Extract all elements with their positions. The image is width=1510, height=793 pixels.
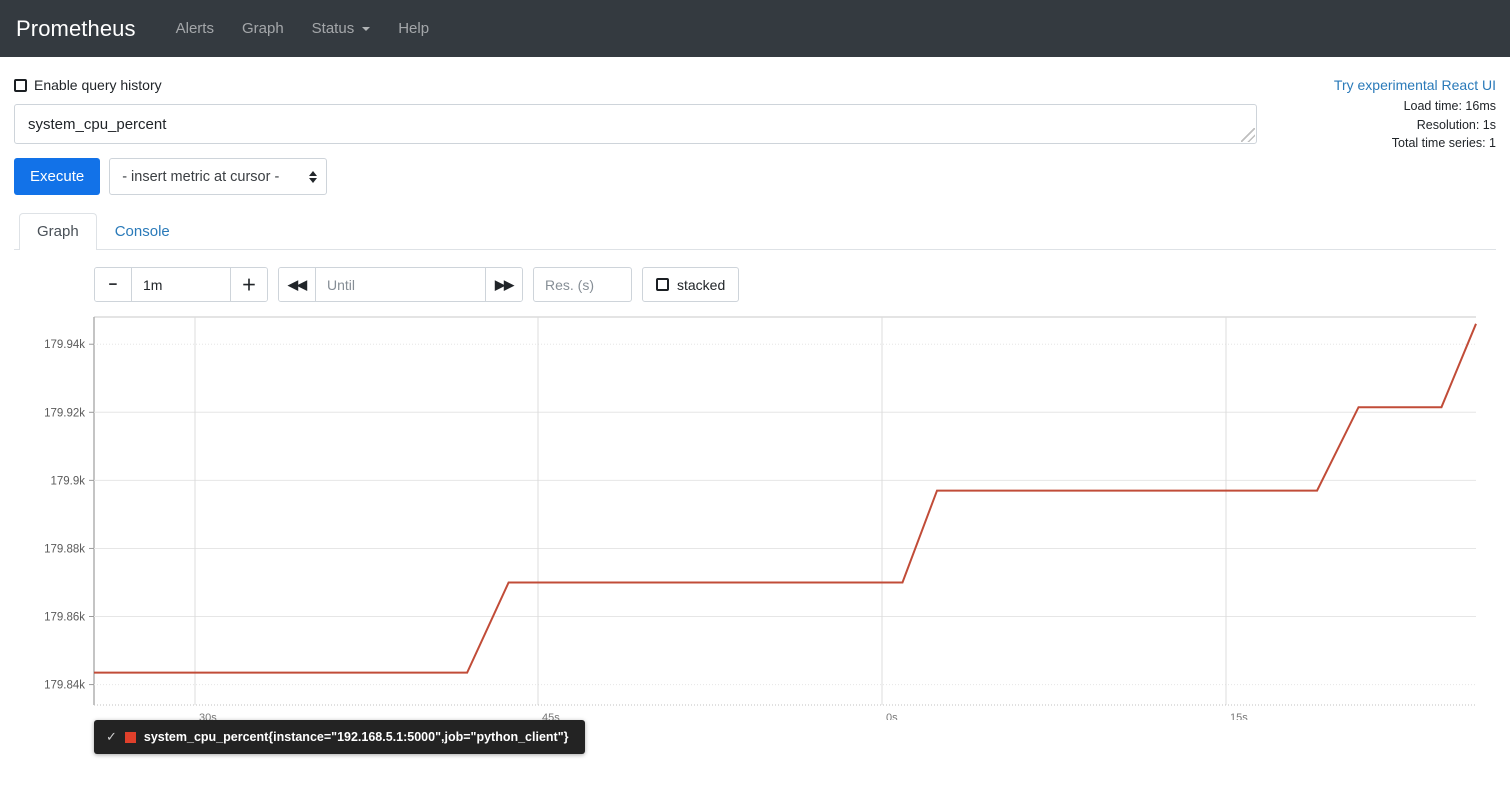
insert-metric-select-label: - insert metric at cursor - [122, 168, 280, 185]
resolution-input[interactable] [545, 276, 620, 293]
until-input[interactable] [316, 268, 485, 301]
try-react-ui-link[interactable]: Try experimental React UI [1334, 77, 1496, 93]
svg-text:179.9k: 179.9k [50, 475, 85, 487]
top-navbar: Prometheus Alerts Graph Status Help [0, 0, 1510, 57]
nav-item-alerts[interactable]: Alerts [162, 14, 228, 43]
series-color-swatch [124, 731, 136, 743]
legend-item[interactable]: ✓ system_cpu_percent{instance="192.168.5… [94, 720, 585, 754]
tab-graph[interactable]: Graph [19, 213, 97, 250]
query-input[interactable]: system_cpu_percent [14, 104, 1257, 144]
graph-controls: − ＋ ◀◀ ▶▶ stacked [14, 250, 1496, 302]
chevron-updown-icon [309, 170, 318, 183]
resolution-text: Resolution: 1s [1416, 117, 1496, 132]
execute-button[interactable]: Execute [14, 158, 101, 195]
graph-plot[interactable]: 179.84k 179.86k 179.88k 179.9k 179.92k 179.94… [14, 312, 1496, 754]
svg-text:179.86k: 179.86k [44, 612, 85, 624]
nav-item-status[interactable]: Status [298, 14, 385, 43]
svg-text:179.92k: 179.92k [44, 407, 85, 419]
insert-metric-select[interactable]: - insert metric at cursor - [109, 158, 328, 195]
nav-item-label: Help [398, 20, 430, 37]
svg-text:45s: 45s [542, 712, 560, 720]
increase-range-button[interactable]: ＋ [230, 268, 267, 301]
tab-console[interactable]: Console [97, 213, 188, 250]
query-input-value: system_cpu_percent [28, 115, 167, 133]
view-tabs: Graph Console [14, 212, 1496, 250]
stacked-label: stacked [677, 276, 726, 293]
step-backward-button[interactable]: ◀◀ [279, 268, 316, 301]
load-time-text: Load time: 16ms [1403, 99, 1496, 113]
nav-item-graph[interactable]: Graph [228, 14, 298, 43]
chevron-down-icon [362, 26, 371, 31]
nav-item-help[interactable]: Help [384, 14, 443, 43]
stacked-toggle[interactable]: stacked [642, 267, 740, 302]
time-control-group: ◀◀ ▶▶ [278, 267, 523, 302]
resolution-control[interactable] [533, 267, 632, 302]
svg-text:179.84k: 179.84k [44, 680, 85, 692]
svg-text:15s: 15s [1230, 712, 1248, 720]
nav-item-label: Graph [241, 20, 284, 37]
execute-row: Execute - insert metric at cursor - [14, 158, 1496, 195]
range-input[interactable] [132, 268, 230, 301]
check-icon: ✓ [106, 729, 117, 744]
nav-item-label: Alerts [175, 20, 214, 37]
checkbox-icon[interactable] [14, 78, 27, 92]
total-time-series-text: Total time series: 1 [1391, 136, 1496, 150]
svg-text:30s: 30s [199, 712, 217, 720]
enable-query-history-label: Enable query history [34, 77, 162, 93]
step-forward-button[interactable]: ▶▶ [485, 268, 522, 301]
nav-item-label: Status [311, 20, 355, 37]
resize-handle-icon[interactable] [1241, 128, 1255, 142]
page-body: Enable query history Try experimental Re… [0, 57, 1510, 754]
svg-text:0s: 0s [886, 712, 898, 720]
time-series-chart[interactable]: 179.84k 179.86k 179.88k 179.9k 179.92k 179.94… [14, 312, 1496, 720]
decrease-range-button[interactable]: − [95, 268, 132, 301]
range-control-group: − ＋ [94, 267, 268, 302]
legend-series-label: system_cpu_percent{instance="192.168.5.1… [143, 730, 569, 744]
brand-logo[interactable]: Prometheus [16, 16, 136, 42]
nav-links: Alerts Graph Status Help [162, 14, 443, 43]
svg-text:179.94k: 179.94k [44, 339, 85, 351]
enable-query-history-toggle[interactable]: Enable query history [14, 77, 162, 93]
checkbox-icon[interactable] [656, 278, 669, 291]
query-stats: Load time: 16ms Resolution: 1s Total tim… [1392, 97, 1496, 153]
top-row: Enable query history Try experimental Re… [14, 57, 1496, 93]
svg-text:179.88k: 179.88k [44, 543, 85, 555]
